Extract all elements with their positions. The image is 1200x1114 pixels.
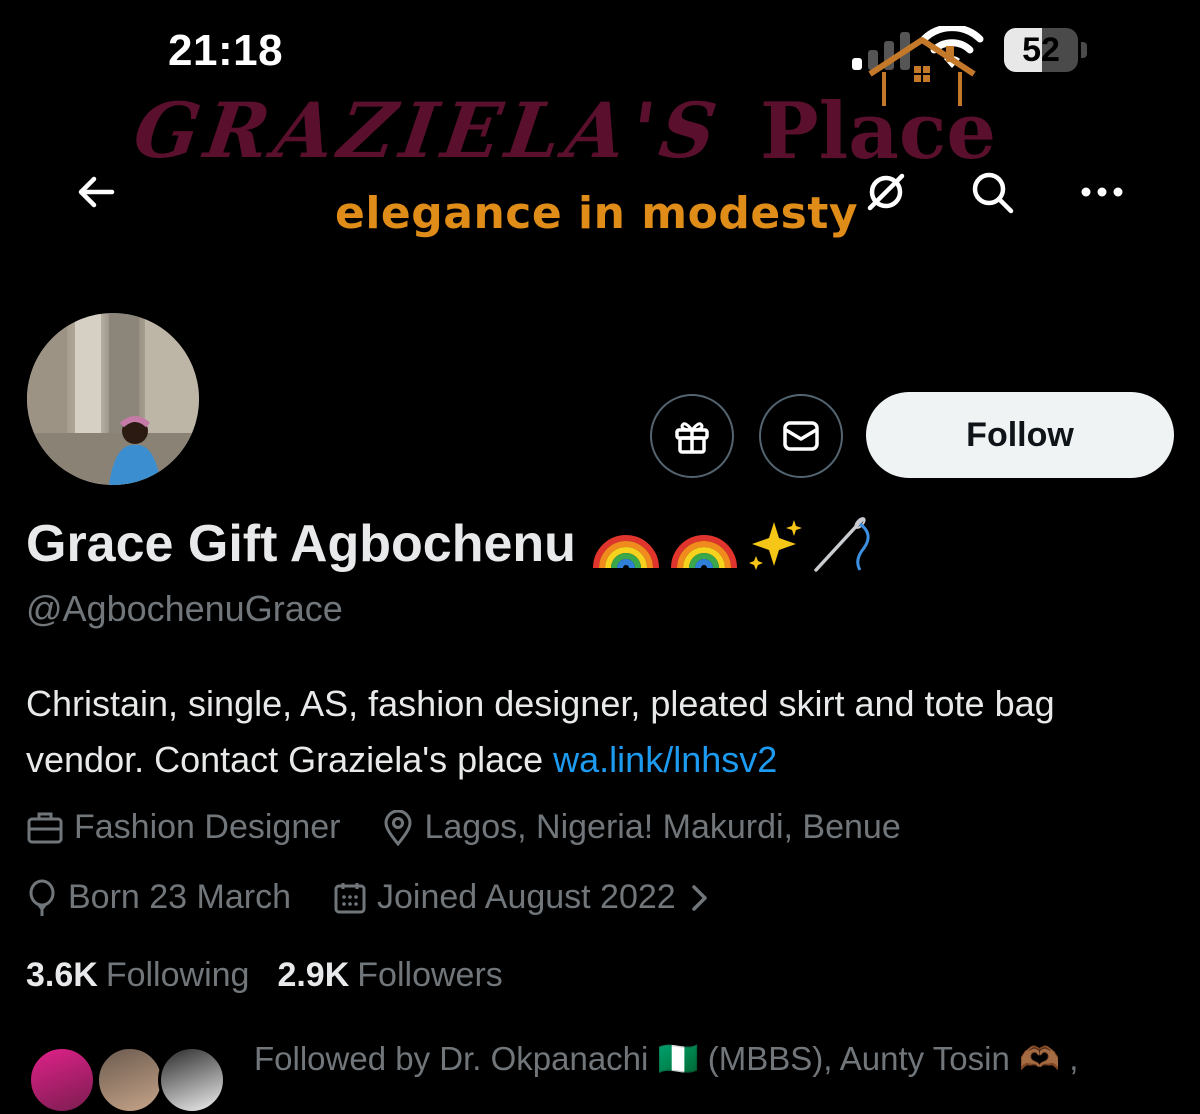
avatar bbox=[158, 1046, 226, 1114]
bio-text: Christain, single, AS, fashion designer,… bbox=[26, 683, 1055, 780]
chevron-right-icon bbox=[691, 884, 707, 911]
calendar-icon bbox=[334, 882, 366, 913]
avatar-photo bbox=[27, 313, 199, 485]
profile-handle: @AgbochenuGrace bbox=[26, 588, 343, 629]
more-horizontal-icon bbox=[1081, 187, 1123, 197]
location-text: Lagos, Nigeria! Makurdi, Benue bbox=[424, 808, 901, 846]
followed-by-text[interactable]: Followed by Dr. Okpanachi 🇳🇬 (MBBS), Aun… bbox=[254, 1040, 1078, 1079]
following-label[interactable]: Following bbox=[106, 956, 250, 995]
following-count[interactable]: 3.6K bbox=[26, 956, 98, 995]
birthday-item: Born 23 March bbox=[26, 878, 291, 917]
joined-item[interactable]: Joined August 2022 bbox=[333, 878, 710, 917]
profile-meta-row-2: Born 23 March Joined August 2022 bbox=[26, 878, 752, 917]
bio-link[interactable]: wa.link/lnhsv2 bbox=[553, 739, 777, 780]
rainbow-icon bbox=[592, 535, 659, 569]
message-button[interactable] bbox=[759, 394, 843, 478]
briefcase-icon bbox=[27, 812, 63, 843]
banner-brand-script: GRAZIELA'S bbox=[128, 86, 728, 175]
birthday-text: Born 23 March bbox=[68, 878, 291, 916]
balloon-icon bbox=[29, 879, 55, 916]
sewing-needle-icon bbox=[814, 517, 870, 572]
display-name-text: Grace Gift Agbochenu bbox=[26, 515, 576, 573]
battery-percentage: 52 bbox=[1022, 31, 1060, 69]
rainbow-icon bbox=[670, 535, 737, 569]
sparkles-icon bbox=[748, 520, 802, 570]
followers-count[interactable]: 2.9K bbox=[277, 956, 349, 995]
status-time: 21:18 bbox=[168, 26, 284, 75]
envelope-icon bbox=[783, 421, 819, 451]
profile-bio: Christain, single, AS, fashion designer,… bbox=[26, 676, 1176, 788]
back-button[interactable] bbox=[66, 162, 126, 222]
search-button[interactable] bbox=[962, 162, 1022, 222]
followed-by-avatars[interactable] bbox=[28, 1046, 228, 1114]
joined-text: Joined August 2022 bbox=[377, 878, 676, 916]
followers-label[interactable]: Followers bbox=[357, 956, 502, 995]
follow-button[interactable]: Follow bbox=[866, 392, 1174, 478]
avatar bbox=[96, 1046, 164, 1114]
grok-button[interactable] bbox=[856, 162, 916, 222]
search-icon bbox=[972, 172, 1014, 214]
profile-display-name: Grace Gift Agbochenu bbox=[26, 514, 874, 574]
profile-avatar[interactable] bbox=[24, 310, 202, 488]
battery-indicator: 52 bbox=[1004, 28, 1088, 72]
profession-item: Fashion Designer bbox=[26, 808, 340, 847]
gift-icon bbox=[675, 422, 709, 454]
gift-button[interactable] bbox=[650, 394, 734, 478]
banner-tagline: elegance in modesty bbox=[335, 188, 859, 239]
name-emojis bbox=[590, 514, 874, 574]
profile-meta-row-1: Fashion Designer Lagos, Nigeria! Makurdi… bbox=[26, 808, 943, 847]
arrow-left-icon bbox=[78, 176, 115, 208]
profession-text: Fashion Designer bbox=[74, 808, 341, 846]
more-options-button[interactable] bbox=[1072, 162, 1132, 222]
location-item: Lagos, Nigeria! Makurdi, Benue bbox=[382, 808, 901, 847]
no-entry-icon bbox=[867, 173, 905, 211]
location-pin-icon bbox=[384, 809, 412, 846]
avatar bbox=[28, 1046, 96, 1114]
follow-counts: 3.6K Following 2.9K Followers bbox=[26, 956, 531, 995]
